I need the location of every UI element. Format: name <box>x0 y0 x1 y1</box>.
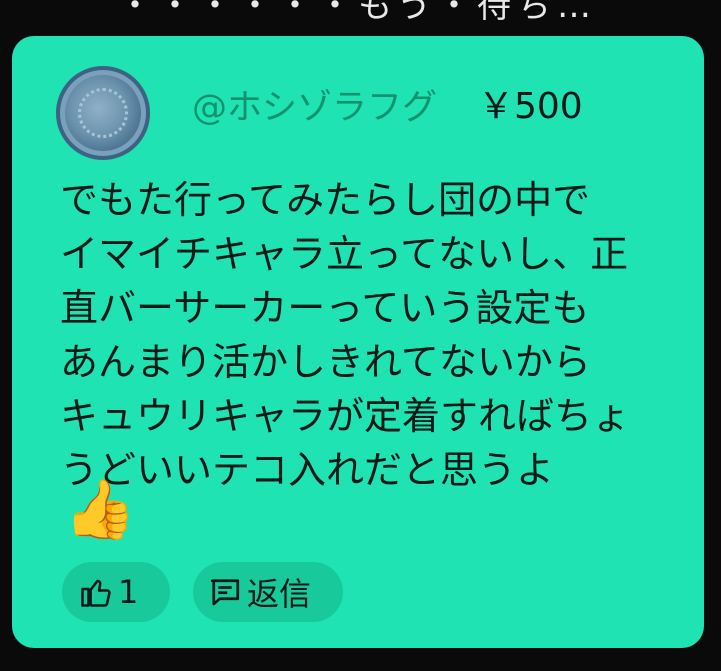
comment-text: でもた行ってみたらし団の中で イマイチキャラ立ってないし、正 直バーサーカーって… <box>60 173 700 497</box>
comment-line: キュウリキャラが定着すればちょ <box>60 394 631 438</box>
comment-line: あんまり活かしきれてないから <box>60 340 591 384</box>
like-count: 1 <box>118 573 139 611</box>
thumbs-up-emoji: 👍 <box>64 475 137 543</box>
reply-label: 返信 <box>247 575 312 613</box>
comment-line: でもた行ってみたらし団の中で <box>60 178 591 222</box>
like-button[interactable]: 1 <box>62 562 170 622</box>
comment-line: 直バーサーカーっていう設定も <box>60 286 590 330</box>
username[interactable]: @ホシゾラフグ <box>192 79 437 130</box>
thumbs-up-icon <box>81 579 111 607</box>
reply-button[interactable]: 返信 <box>193 562 343 622</box>
comment-line: うどいいテコ入れだと思うよ <box>60 448 555 492</box>
comment-icon <box>210 579 240 606</box>
comment-line: イマイチキャラ立ってないし、正 <box>60 232 629 276</box>
superchat-amount: ￥500 <box>478 86 583 127</box>
superchat-comment-card: @ホシゾラフグ ￥500 でもた行ってみたらし団の中で イマイチキャラ立ってない… <box>12 36 704 648</box>
avatar[interactable] <box>56 66 150 160</box>
top-cropped-text: ・・・・・・もう・待ち… <box>118 0 597 26</box>
top-cropped-strip: ・・・・・・もう・待ち… <box>0 0 721 30</box>
